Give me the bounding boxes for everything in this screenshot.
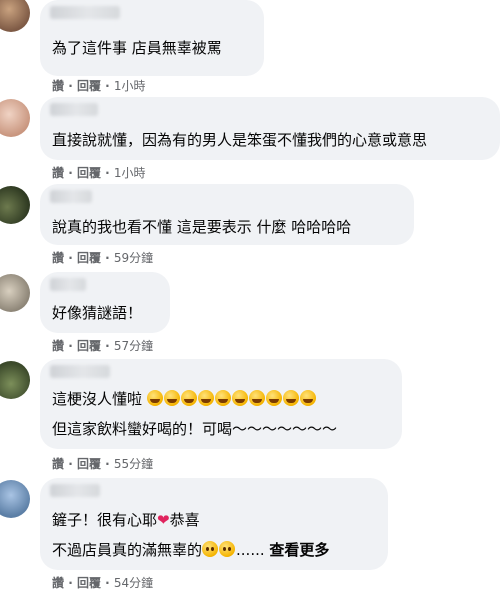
reply-button[interactable]: 回覆 — [77, 339, 101, 353]
like-button[interactable]: 讚 — [52, 166, 64, 180]
comment-text: 為了這件事 店員無辜被罵 — [52, 39, 222, 57]
face-with-tears-of-joy-icon — [146, 390, 163, 406]
pleading-face-icon — [219, 541, 236, 557]
comment-timestamp[interactable]: 55分鐘 — [114, 457, 153, 471]
like-button[interactable]: 讚 — [52, 79, 64, 93]
like-button[interactable]: 讚 — [52, 339, 64, 353]
comment-timestamp[interactable]: 59分鐘 — [114, 251, 153, 265]
comment-bubble: 這梗沒人懂啦 但這家飲料蠻好喝的！可喝～～～～～～～ — [40, 359, 402, 449]
comment-text-line-2: 不過店員真的滿無辜的...... 查看更多 — [52, 541, 330, 559]
comment-text-line-1: 鏟子！很有心耶❤恭喜 — [52, 511, 200, 529]
commenter-name-redacted[interactable] — [50, 190, 92, 203]
comment-timestamp[interactable]: 1小時 — [114, 79, 146, 93]
like-button[interactable]: 讚 — [52, 576, 64, 590]
comment-text-line-1: 這梗沒人懂啦 — [52, 389, 317, 409]
avatar[interactable] — [0, 274, 30, 312]
comment-bubble: 為了這件事 店員無辜被罵 — [40, 0, 264, 76]
comment-actions: 讚 · 回覆 · 1小時 — [52, 166, 146, 180]
comment-bubble: 好像猜謎語！ — [40, 272, 170, 333]
pleading-face-icon — [202, 541, 219, 557]
comment-text: 直接說就懂，因為有的男人是笨蛋不懂我們的心意或意思 — [52, 131, 428, 149]
face-with-tears-of-joy-icon — [180, 390, 197, 406]
avatar[interactable] — [0, 99, 30, 137]
comment-timestamp[interactable]: 54分鐘 — [114, 576, 153, 590]
commenter-name-redacted[interactable] — [50, 484, 100, 497]
comment-text: 說真的我也看不懂 這是要表示 什麼 哈哈哈哈 — [52, 218, 352, 236]
face-with-tears-of-joy-icon — [214, 390, 231, 406]
face-with-tears-of-joy-icon — [299, 390, 316, 406]
see-more-link[interactable]: 查看更多 — [269, 541, 329, 559]
commenter-name-redacted[interactable] — [50, 278, 86, 291]
reply-button[interactable]: 回覆 — [77, 166, 101, 180]
reply-button[interactable]: 回覆 — [77, 251, 101, 265]
red-heart-icon: ❤ — [157, 511, 170, 529]
comment-timestamp[interactable]: 1小時 — [114, 166, 146, 180]
comment-bubble: 直接說就懂，因為有的男人是笨蛋不懂我們的心意或意思 — [40, 97, 500, 160]
like-button[interactable]: 讚 — [52, 251, 64, 265]
face-with-tears-of-joy-icon — [282, 390, 299, 406]
comment-actions: 讚 · 回覆 · 59分鐘 — [52, 251, 154, 265]
comment-bubble: 鏟子！很有心耶❤恭喜 不過店員真的滿無辜的...... 查看更多 — [40, 478, 388, 570]
face-with-tears-of-joy-icon — [248, 390, 265, 406]
avatar[interactable] — [0, 186, 30, 224]
avatar[interactable] — [0, 0, 30, 32]
comment-actions: 讚 · 回覆 · 54分鐘 — [52, 576, 154, 590]
emoji-row — [146, 390, 317, 408]
commenter-name-redacted[interactable] — [50, 365, 110, 378]
avatar[interactable] — [0, 361, 30, 399]
comment-bubble: 說真的我也看不懂 這是要表示 什麼 哈哈哈哈 — [40, 184, 414, 245]
face-with-tears-of-joy-icon — [197, 390, 214, 406]
comment-actions: 讚 · 回覆 · 57分鐘 — [52, 339, 154, 353]
reply-button[interactable]: 回覆 — [77, 576, 101, 590]
comment-text-line-2: 但這家飲料蠻好喝的！可喝～～～～～～～ — [52, 420, 338, 438]
face-with-tears-of-joy-icon — [231, 390, 248, 406]
reply-button[interactable]: 回覆 — [77, 457, 101, 471]
face-with-tears-of-joy-icon — [163, 390, 180, 406]
comment-actions: 讚 · 回覆 · 1小時 — [52, 79, 146, 93]
face-with-tears-of-joy-icon — [265, 390, 282, 406]
comment-text: 好像猜謎語！ — [52, 304, 143, 322]
commenter-name-redacted[interactable] — [50, 103, 98, 116]
commenter-name-redacted[interactable] — [50, 6, 120, 19]
reply-button[interactable]: 回覆 — [77, 79, 101, 93]
avatar[interactable] — [0, 480, 30, 518]
comment-actions: 讚 · 回覆 · 55分鐘 — [52, 457, 154, 471]
like-button[interactable]: 讚 — [52, 457, 64, 471]
comment-timestamp[interactable]: 57分鐘 — [114, 339, 153, 353]
